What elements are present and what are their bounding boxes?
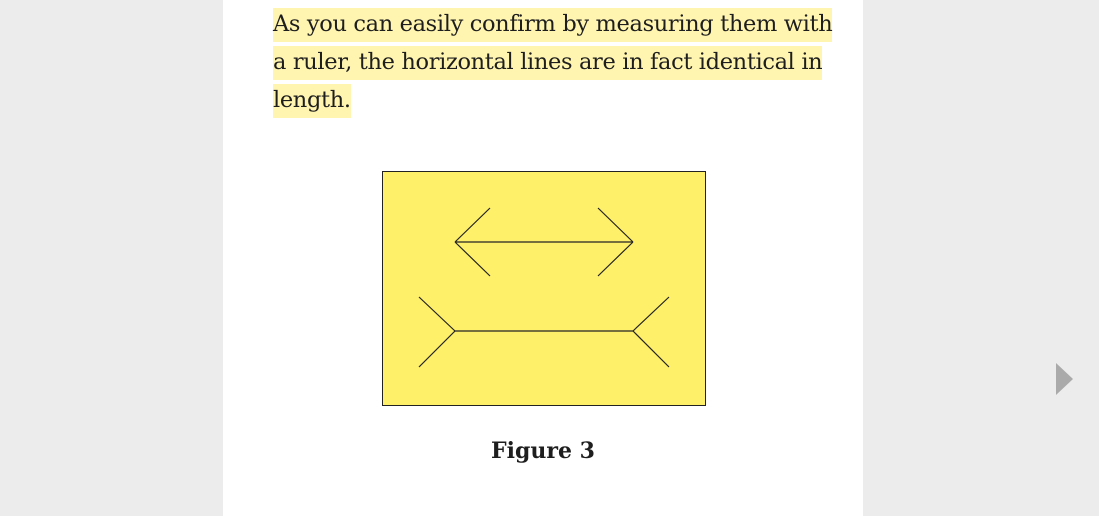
next-page-triangle-right-icon[interactable]	[1050, 358, 1080, 400]
passage-paragraph[interactable]: As you can easily confirm by measuring t…	[273, 5, 833, 119]
highlighted-text[interactable]: As you can easily confirm by measuring t…	[273, 8, 833, 118]
figure-background	[382, 171, 706, 406]
figure-caption: Figure 3	[491, 438, 595, 464]
muller-lyer-illusion-figure	[382, 171, 706, 406]
book-page: As you can easily confirm by measuring t…	[223, 0, 863, 516]
reader-viewer: As you can easily confirm by measuring t…	[0, 0, 1099, 516]
